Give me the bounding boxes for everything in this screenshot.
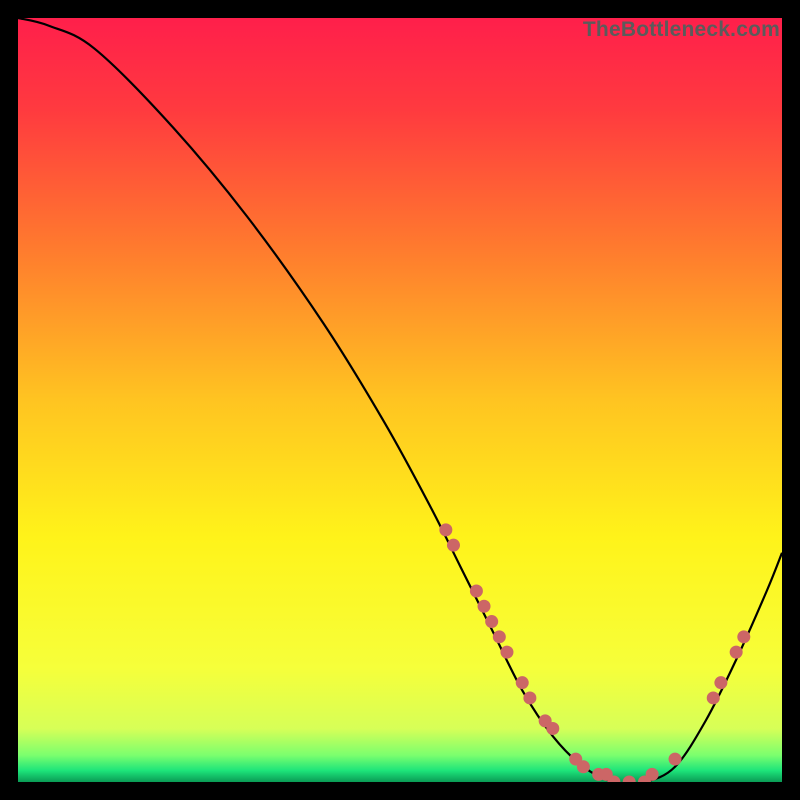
data-marker xyxy=(646,768,659,781)
curve-layer xyxy=(18,18,782,782)
data-marker xyxy=(577,760,590,773)
data-marker xyxy=(737,630,750,643)
data-marker xyxy=(439,523,452,536)
data-marker xyxy=(546,722,559,735)
data-marker xyxy=(623,776,636,783)
data-markers xyxy=(439,523,750,782)
data-marker xyxy=(485,615,498,628)
watermark-text: TheBottleneck.com xyxy=(583,18,780,42)
data-marker xyxy=(707,691,720,704)
data-marker xyxy=(714,676,727,689)
data-marker xyxy=(447,539,460,552)
data-marker xyxy=(470,585,483,598)
data-marker xyxy=(523,691,536,704)
data-marker xyxy=(500,646,513,659)
data-marker xyxy=(478,600,491,613)
bottleneck-curve xyxy=(18,18,782,782)
data-marker xyxy=(493,630,506,643)
plot-area: TheBottleneck.com xyxy=(18,18,782,782)
data-marker xyxy=(669,753,682,766)
data-marker xyxy=(516,676,529,689)
data-marker xyxy=(730,646,743,659)
chart-container: TheBottleneck.com xyxy=(0,0,800,800)
